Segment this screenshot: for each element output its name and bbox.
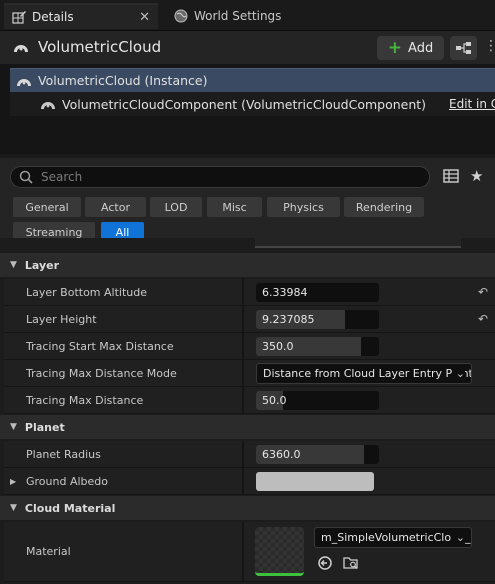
property-planet-radius: Planet Radius 6360.0 xyxy=(4,441,495,468)
edit-in-cpp-link[interactable]: Edit in C++ xyxy=(449,97,495,111)
property-tracing-max-distance-mode: Tracing Max Distance Mode Distance from … xyxy=(4,360,495,387)
tab-details[interactable]: Details ✕ xyxy=(4,3,158,29)
details-panel: Details ✕ World Settings VolumetricCloud… xyxy=(0,0,495,584)
reset-to-default-icon[interactable]: ↶ xyxy=(478,285,488,299)
add-label: Add xyxy=(408,40,434,56)
filter-general[interactable]: General xyxy=(13,197,81,217)
property-label: Tracing Max Distance xyxy=(26,394,144,407)
cloud-actor-icon xyxy=(17,78,31,86)
column-divider xyxy=(242,279,244,305)
category-layer-label: Layer xyxy=(24,258,60,272)
tab-bar: Details ✕ World Settings xyxy=(0,0,495,31)
dropdown-value: m_SimpleVolumetricCloud_Inst xyxy=(321,531,471,544)
dropdown-value: Distance from Cloud Layer Entry Point xyxy=(263,367,472,380)
category-cloud-material-label: Cloud Material xyxy=(24,501,116,515)
search-input[interactable]: Search xyxy=(10,166,430,188)
property-label: Layer Bottom Altitude xyxy=(26,286,147,299)
tab-world-settings[interactable]: World Settings xyxy=(166,3,306,29)
globe-icon xyxy=(174,9,188,23)
expand-arrow-icon: ▼ xyxy=(10,422,17,432)
column-divider xyxy=(242,360,244,386)
property-label: Tracing Start Max Distance xyxy=(26,340,174,353)
field-value: 6.33984 xyxy=(262,286,308,299)
reset-to-default-icon[interactable]: ↶ xyxy=(478,312,488,326)
layer-height-field[interactable]: 9.237085 xyxy=(256,310,379,329)
chevron-down-icon: ⌄ xyxy=(451,364,465,383)
actor-header: VolumetricCloud + Add ⋮ xyxy=(0,31,495,64)
more-options-icon[interactable]: ⋮ xyxy=(484,38,495,54)
property-tracing-max-distance: Tracing Max Distance 50.0 xyxy=(4,387,495,414)
search-icon xyxy=(19,170,33,184)
filter-misc[interactable]: Misc xyxy=(207,197,262,217)
ground-albedo-color-swatch[interactable] xyxy=(256,472,374,491)
column-divider xyxy=(242,468,244,494)
material-thumbnail[interactable] xyxy=(255,527,304,576)
previous-property-edge xyxy=(255,238,461,248)
tab-world-settings-label: World Settings xyxy=(194,9,282,23)
category-planet-label: Planet xyxy=(24,420,65,434)
actor-name: VolumetricCloud xyxy=(38,38,162,56)
planet-radius-field[interactable]: 6360.0 xyxy=(256,445,379,464)
use-selected-asset-icon[interactable] xyxy=(317,555,333,571)
layer-bottom-altitude-field[interactable]: 6.33984 xyxy=(256,283,379,302)
filter-rendering[interactable]: Rendering xyxy=(344,197,424,217)
add-component-button[interactable]: + Add xyxy=(377,36,444,60)
cloud-actor-icon xyxy=(14,45,28,52)
category-cloud-material[interactable]: ▼ Cloud Material xyxy=(0,496,495,520)
tree-item-component[interactable]: VolumetricCloudComponent (VolumetricClou… xyxy=(10,92,495,116)
tracing-mode-dropdown[interactable]: Distance from Cloud Layer Entry Point ⌄ xyxy=(256,363,472,384)
column-divider xyxy=(242,333,244,359)
tracing-max-distance-field[interactable]: 50.0 xyxy=(256,391,379,410)
field-value: 50.0 xyxy=(262,394,287,407)
expand-arrow-icon: ▼ xyxy=(10,260,17,270)
search-placeholder: Search xyxy=(41,170,83,184)
column-divider xyxy=(242,522,244,581)
tracing-start-max-distance-field[interactable]: 350.0 xyxy=(256,337,379,356)
chevron-down-icon: ⌄ xyxy=(451,528,465,547)
field-value: 9.237085 xyxy=(262,313,315,326)
plus-icon: + xyxy=(387,37,403,58)
tree-item-root-label: VolumetricCloud (Instance) xyxy=(38,73,208,88)
favorite-star-icon[interactable]: ★ xyxy=(470,167,483,185)
property-ground-albedo: ▶ Ground Albedo xyxy=(4,468,495,495)
close-icon[interactable]: ✕ xyxy=(139,10,150,25)
category-layer[interactable]: ▼ Layer xyxy=(0,253,495,277)
field-value: 6360.0 xyxy=(262,448,301,461)
tab-details-label: Details xyxy=(32,10,74,24)
blueprint-button[interactable] xyxy=(450,36,477,60)
table-view-icon[interactable] xyxy=(443,168,459,184)
property-label: Layer Height xyxy=(26,313,97,326)
property-label: Material xyxy=(26,545,71,558)
tree-item-component-label: VolumetricCloudComponent (VolumetricClou… xyxy=(62,96,427,112)
search-filter-bar: Search ★ General Actor LOD Misc Physics … xyxy=(0,154,495,242)
column-divider xyxy=(242,387,244,413)
column-divider xyxy=(242,306,244,332)
filter-physics[interactable]: Physics xyxy=(267,197,340,217)
cloud-component-icon xyxy=(41,102,55,109)
component-tree: VolumetricCloud (Instance) VolumetricClo… xyxy=(4,64,495,154)
property-material: Material m_SimpleVolumetricCloud_Inst ⌄ xyxy=(4,522,495,582)
expand-arrow-icon: ▼ xyxy=(10,503,17,513)
property-layer-bottom-altitude: Layer Bottom Altitude 6.33984 ↶ xyxy=(4,279,495,306)
filter-actor[interactable]: Actor xyxy=(85,197,146,217)
filter-lod[interactable]: LOD xyxy=(150,197,202,217)
property-label: Ground Albedo xyxy=(26,475,109,488)
expand-arrow-icon[interactable]: ▶ xyxy=(10,468,16,495)
property-tracing-start-max-distance: Tracing Start Max Distance 350.0 xyxy=(4,333,495,360)
field-value: 350.0 xyxy=(262,340,294,353)
property-list: ▼ Layer Layer Bottom Altitude 6.33984 ↶ … xyxy=(0,238,495,584)
property-label: Tracing Max Distance Mode xyxy=(26,367,177,380)
material-asset-dropdown[interactable]: m_SimpleVolumetricCloud_Inst ⌄ xyxy=(314,527,472,548)
tree-item-root[interactable]: VolumetricCloud (Instance) xyxy=(10,68,495,92)
property-layer-height: Layer Height 9.237085 ↶ xyxy=(4,306,495,333)
category-planet[interactable]: ▼ Planet xyxy=(0,415,495,439)
pencil-grid-icon xyxy=(12,11,26,24)
browse-asset-icon[interactable] xyxy=(343,555,359,571)
blueprint-hierarchy-icon xyxy=(455,42,471,54)
property-label: Planet Radius xyxy=(26,448,101,461)
column-divider xyxy=(242,441,244,467)
